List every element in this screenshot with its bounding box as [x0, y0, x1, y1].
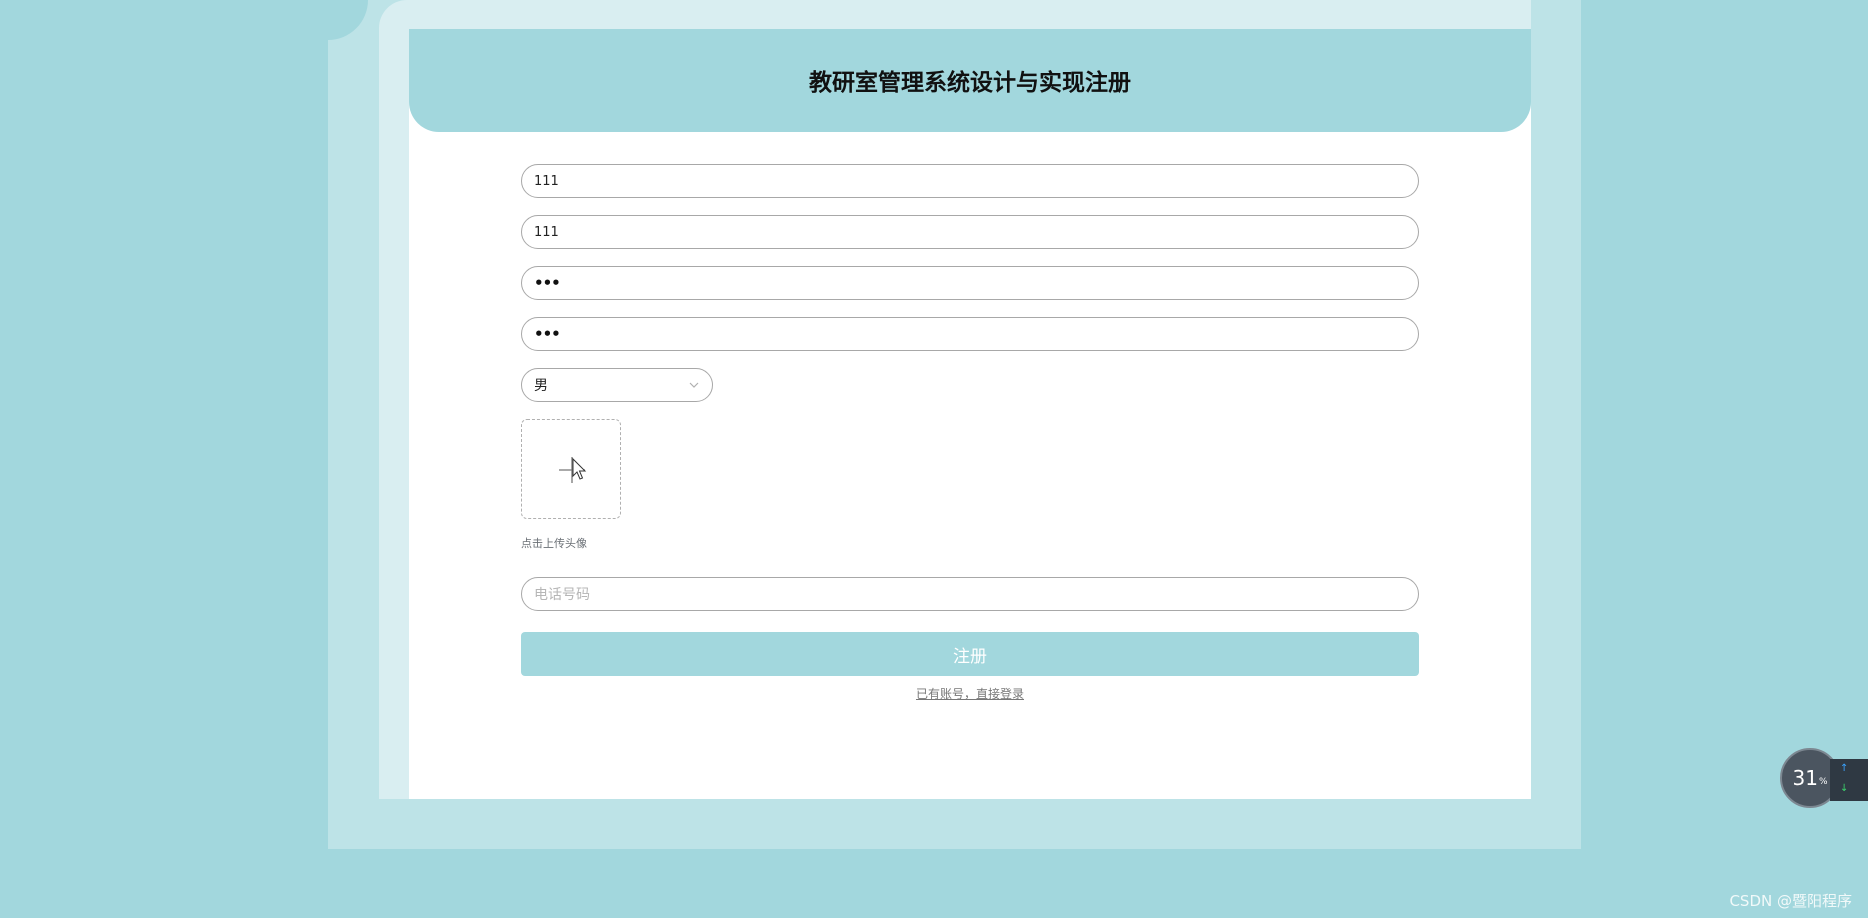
upload-hint: 点击上传头像: [521, 537, 587, 550]
name-input[interactable]: 111: [521, 215, 1419, 249]
page-title: 教研室管理系统设计与实现注册: [809, 69, 1131, 96]
avatar-uploader[interactable]: [521, 419, 621, 519]
phone-input[interactable]: 电话号码: [521, 577, 1419, 611]
speed-value: 31: [1792, 766, 1818, 790]
gender-select[interactable]: 男: [521, 368, 713, 402]
login-link[interactable]: 已有账号，直接登录: [409, 685, 1531, 702]
account-input[interactable]: 111: [521, 164, 1419, 198]
confirm-password-input[interactable]: •••: [521, 317, 1419, 351]
cursor-icon: [572, 457, 587, 480]
chevron-down-icon: [689, 382, 699, 388]
register-card: 教研室管理系统设计与实现注册 111 111 ••• ••• 男 点击上传头像 …: [409, 29, 1531, 799]
card-header: 教研室管理系统设计与实现注册: [409, 29, 1531, 132]
register-button[interactable]: 注册: [521, 632, 1419, 676]
speed-unit: %: [1818, 777, 1828, 787]
speed-tab[interactable]: ↑ ↓: [1830, 759, 1868, 801]
password-input[interactable]: •••: [521, 266, 1419, 300]
gender-select-value: 男: [534, 378, 548, 394]
download-arrow-icon: ↓: [1840, 783, 1849, 794]
watermark: CSDN @暨阳程序: [1729, 892, 1852, 910]
upload-arrow-icon: ↑: [1840, 763, 1849, 774]
